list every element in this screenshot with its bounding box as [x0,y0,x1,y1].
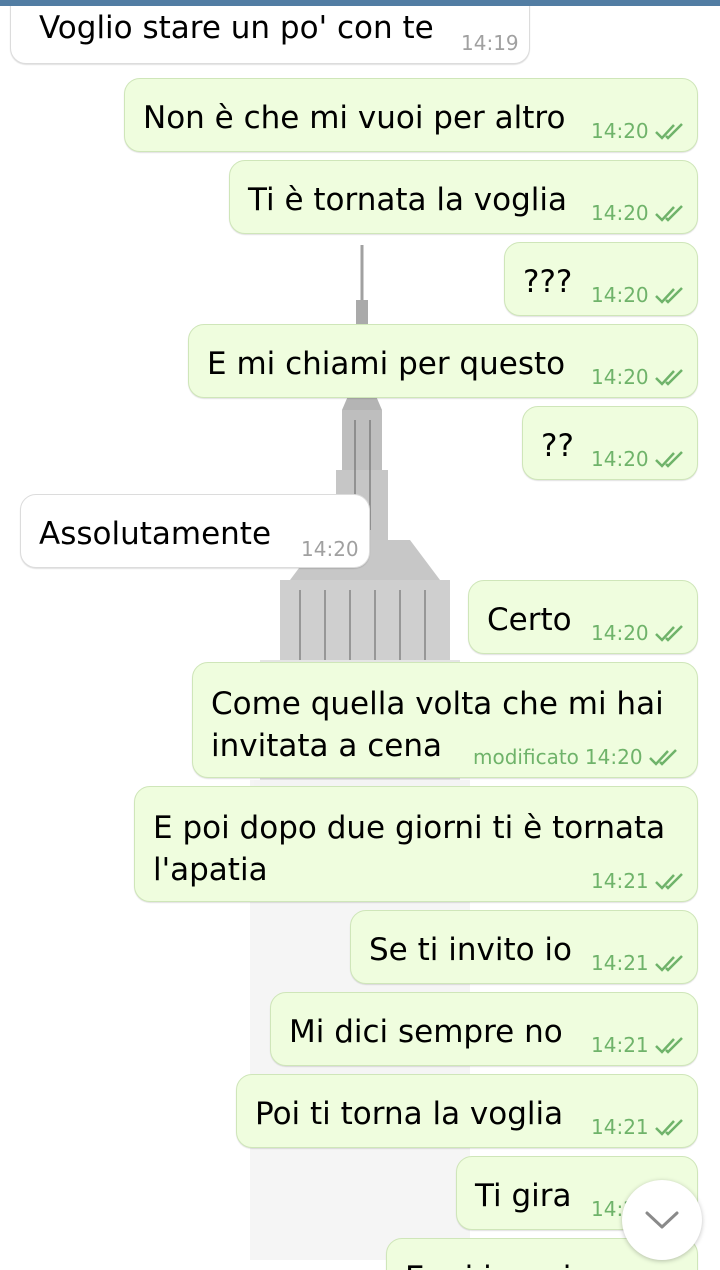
message-text: Se ti invito io [369,932,572,968]
message-text: Voglio stare un po' con te [39,10,434,46]
message-time: 14:20 [584,745,643,769]
double-check-icon [654,451,683,468]
message-time: 14:20 [591,447,649,471]
message-text: ?? [541,428,574,464]
message-time: 14:20 [591,365,649,389]
message-meta: 14:20 [591,201,687,225]
message-incoming[interactable]: Assolutamente 14:20 [20,494,370,568]
message-meta: 14:20 [591,365,687,389]
double-check-icon [648,749,677,766]
message-time: 14:20 [591,621,649,645]
message-text: Poi ti torna la voglia [255,1096,564,1132]
message-outgoing[interactable]: Come quella volta che mi hai invitata a … [192,662,698,778]
message-text: E mi chiami per questo [207,346,566,382]
message-time: 14:20 [591,201,649,225]
message-time: 14:20 [591,283,649,307]
double-check-icon [654,1037,683,1054]
double-check-icon [654,287,683,304]
message-outgoing[interactable]: ?? 14:20 [522,406,698,480]
message-time: 14:21 [591,1033,649,1057]
message-meta: 14:19 [461,31,519,55]
chevron-down-icon [645,1211,679,1229]
message-incoming[interactable]: Voglio stare un po' con te 14:19 [10,0,530,64]
double-check-icon [654,955,683,972]
double-check-icon [654,873,683,890]
message-outgoing[interactable]: Mi dici sempre no 14:21 [270,992,698,1066]
message-outgoing[interactable]: Ti è tornata la voglia 14:20 [229,160,698,234]
message-outgoing[interactable]: E poi dopo due giorni ti è tornata l'apa… [134,786,698,902]
message-outgoing[interactable]: ??? 14:20 [504,242,698,316]
message-outgoing[interactable]: Certo 14:20 [468,580,698,654]
message-text: Non è che mi vuoi per altro [143,100,566,136]
double-check-icon [654,625,683,642]
message-text: Mi dici sempre no [289,1014,563,1050]
double-check-icon [654,205,683,222]
message-outgoing[interactable]: Poi ti torna la voglia 14:21 [236,1074,698,1148]
message-meta: 14:21 [591,869,687,893]
message-meta: 14:21 [591,951,687,975]
message-text: Ti è tornata la voglia [248,182,568,218]
message-meta: 14:20 [591,621,687,645]
message-meta: modificato 14:20 [473,745,681,769]
message-meta: 14:21 [591,1033,687,1057]
message-outgoing[interactable]: Non è che mi vuoi per altro 14:20 [124,78,698,152]
message-text: E mi ignori [405,1257,571,1270]
double-check-icon [654,369,683,386]
message-meta: 14:21 [591,1115,687,1139]
chat-view[interactable]: Voglio stare un po' con te 14:19 Non è c… [0,0,720,1270]
message-text: Assolutamente [39,516,272,552]
message-time: 14:21 [591,1115,649,1139]
message-meta: 14:20 [591,283,687,307]
message-text: Certo [487,602,572,638]
message-time: 14:19 [461,31,519,55]
message-outgoing[interactable]: Se ti invito io 14:21 [350,910,698,984]
message-meta: 14:20 [591,447,687,471]
message-time: 14:21 [591,869,649,893]
message-time: 14:20 [591,119,649,143]
message-outgoing[interactable]: E mi chiami per questo 14:20 [188,324,698,398]
message-meta: 14:20 [301,537,359,561]
top-bar-edge [0,0,720,6]
double-check-icon [654,1119,683,1136]
double-check-icon [654,123,683,140]
message-text: ??? [523,264,573,300]
message-time: 14:20 [301,537,359,561]
message-meta: 14:20 [591,119,687,143]
scroll-to-bottom-button[interactable] [622,1180,702,1260]
message-text: E poi dopo due giorni ti è tornata l'apa… [153,810,666,888]
message-edited-label: modificato [473,745,579,769]
message-time: 14:21 [591,951,649,975]
message-text: Ti gira [475,1178,572,1214]
